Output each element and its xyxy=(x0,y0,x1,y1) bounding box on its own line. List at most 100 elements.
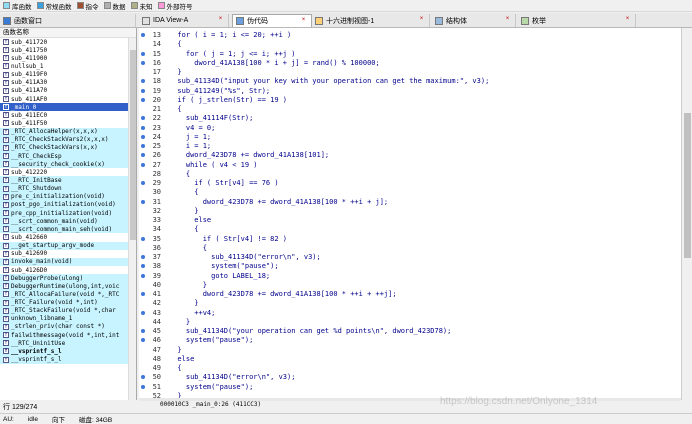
breakpoint-dot-icon[interactable] xyxy=(141,338,145,343)
ida-view-icon xyxy=(142,16,150,25)
function-name: __get_startup_argv_mode xyxy=(11,242,95,250)
function-list-item[interactable]: f _RTC_Failure(void *,int) xyxy=(0,298,136,307)
function-list-item[interactable]: f nullsub_1 xyxy=(0,62,136,70)
function-list-item[interactable]: f __RTC_InitBase xyxy=(0,176,136,185)
function-list-item[interactable]: f __vsprintf_s_l xyxy=(0,347,136,356)
breakpoint-dot-icon[interactable] xyxy=(141,264,145,269)
status-au: AU: xyxy=(3,415,14,423)
function-list-item[interactable]: f sub_411A70 xyxy=(0,87,136,95)
function-list-item[interactable]: f post_pgo_initialization(void) xyxy=(0,200,136,209)
function-list-item[interactable]: f sub_412660 xyxy=(0,233,136,241)
breakpoint-dot-icon[interactable] xyxy=(141,292,145,296)
breakpoint-dot-icon[interactable] xyxy=(141,199,145,204)
breakpoint-dot-icon[interactable] xyxy=(141,236,145,241)
function-list-item[interactable]: f pre_cpp_initialization(void) xyxy=(0,208,136,218)
function-list-item[interactable]: f __get_startup_argv_mode xyxy=(0,241,136,250)
function-name: sub_411AF0 xyxy=(11,95,48,103)
function-list-item[interactable]: f DebuggerRuntime(ulong,int,voic xyxy=(0,282,136,291)
functions-scrollbar[interactable] xyxy=(128,38,136,400)
function-name: __RTC_InitBase xyxy=(11,176,62,184)
breakpoint-dot-icon[interactable] xyxy=(141,375,145,380)
function-list-item[interactable]: f __vsprintf_s_l xyxy=(0,355,136,364)
function-list-item[interactable]: f sub_411EC0 xyxy=(0,111,136,119)
function-icon: f xyxy=(3,120,9,127)
breakpoint-dot-icon[interactable] xyxy=(141,125,145,130)
function-icon: f xyxy=(3,144,9,151)
close-icon[interactable]: × xyxy=(624,16,631,23)
function-list-item[interactable]: f _main_0 xyxy=(0,103,136,112)
breakpoint-dot-icon[interactable] xyxy=(141,384,145,389)
functions-column-header[interactable]: 函数名称 xyxy=(0,28,136,38)
function-list-item[interactable]: f __security_check_cookie(x) xyxy=(0,160,136,169)
function-icon: f xyxy=(3,210,9,217)
close-icon[interactable]: × xyxy=(504,16,511,23)
function-list-item[interactable]: f DebuggerProbe(ulong) xyxy=(0,274,136,283)
function-list-item[interactable]: f sub_412220 xyxy=(0,168,136,176)
function-list-item[interactable]: f sub_411AF0 xyxy=(0,95,136,103)
breakpoint-dot-icon[interactable] xyxy=(141,329,145,333)
function-icon: f xyxy=(3,242,9,249)
breakpoint-dot-icon[interactable] xyxy=(141,310,145,315)
function-list-item[interactable]: f pre_c_initialization(void) xyxy=(0,192,136,201)
breakpoint-dot-icon[interactable] xyxy=(141,116,145,121)
function-list-item[interactable]: f sub_411720 xyxy=(0,38,136,46)
function-list-item[interactable]: f _RTC_AllocaHelper(x,x,x) xyxy=(0,127,136,136)
scroll-thumb[interactable] xyxy=(684,113,691,258)
function-list-item[interactable]: f _strlen_priv(char const *) xyxy=(0,322,136,332)
code-scrollbar[interactable] xyxy=(681,28,692,400)
function-name: _strlen_priv(char const *) xyxy=(11,323,105,331)
close-icon[interactable]: × xyxy=(418,16,425,23)
tab-hex-view[interactable]: 十六进制视图-1 × xyxy=(312,14,430,27)
status-idle: idle xyxy=(27,415,38,423)
function-list-item[interactable]: f unknown_libname_1 xyxy=(0,314,136,323)
function-list-item[interactable]: f sub_411F50 xyxy=(0,119,136,127)
scroll-thumb[interactable] xyxy=(130,50,136,240)
close-icon[interactable]: × xyxy=(217,16,224,23)
breakpoint-dot-icon[interactable] xyxy=(141,51,145,56)
function-name: sub_411A70 xyxy=(11,87,48,95)
breakpoint-dot-icon[interactable] xyxy=(141,134,145,139)
function-list-item[interactable]: f __RTC_UninitUse xyxy=(0,339,136,348)
breakpoint-dot-icon[interactable] xyxy=(141,33,145,37)
function-list-item[interactable]: f sub_411900 xyxy=(0,54,136,62)
function-list-item[interactable]: f _RTC_CheckStackVars2(x,x,x) xyxy=(0,135,136,144)
close-icon[interactable]: × xyxy=(300,17,307,24)
breakpoint-dot-icon[interactable] xyxy=(141,273,145,278)
function-list-item[interactable]: f _RTC_StackFailure(void *,char xyxy=(0,306,136,315)
function-list-item[interactable]: f sub_412690 xyxy=(0,250,136,258)
breakpoint-dot-icon[interactable] xyxy=(141,144,145,148)
function-list-item[interactable]: f _RTC_CheckStackVars(x,x) xyxy=(0,143,136,152)
tab-functions[interactable]: 函数窗口 xyxy=(0,14,136,27)
breakpoint-dot-icon[interactable] xyxy=(141,97,145,102)
function-list-item[interactable]: f sub_411750 xyxy=(0,46,136,54)
function-list-item[interactable]: f _RTC_AllocaFailure(void *,_RTC xyxy=(0,290,136,299)
function-list-item[interactable]: f sub_4126D0 xyxy=(0,266,136,274)
breakpoint-dot-icon[interactable] xyxy=(141,88,145,93)
function-list-item[interactable]: f sub_411A30 xyxy=(0,79,136,87)
structures-icon xyxy=(435,16,443,25)
breakpoint-dot-icon[interactable] xyxy=(141,153,145,158)
breakpoint-dot-icon[interactable] xyxy=(141,255,145,259)
function-list-item[interactable]: f sub_4119F0 xyxy=(0,71,136,79)
breakpoint-dot-icon[interactable] xyxy=(141,79,145,84)
tab-enums[interactable]: 枚举 × xyxy=(518,14,636,27)
function-name: sub_412660 xyxy=(11,233,48,241)
breakpoint-dot-icon[interactable] xyxy=(141,162,145,167)
function-list-item[interactable]: f __RTC_Shutdown xyxy=(0,184,136,193)
breakpoint-dot-icon[interactable] xyxy=(141,181,145,185)
function-list-item[interactable]: f __RTC_CheckEsp xyxy=(0,151,136,161)
function-list-item[interactable]: f failwithmessage(void *,int,int xyxy=(0,331,136,340)
tab-ida-view[interactable]: IDA View-A × xyxy=(139,14,229,27)
function-list-item[interactable]: f __scrt_common_main_seh(void) xyxy=(0,225,136,234)
function-list-item[interactable]: f __scrt_common_main(void) xyxy=(0,217,136,226)
functions-panel: 函数名称 f sub_411720 f sub_411750 f sub_411900 f n… xyxy=(0,28,137,400)
tab-structures[interactable]: 结构体 × xyxy=(432,14,516,27)
tab-pseudocode[interactable]: 伪代码 × xyxy=(232,14,312,27)
function-name: sub_411EC0 xyxy=(11,111,48,119)
pseudocode-view[interactable]: 13 for ( i = 1; i <= 20; ++i ) 14 {15 for… xyxy=(139,28,681,400)
function-icon: f xyxy=(3,104,9,111)
function-name: sub_411900 xyxy=(11,54,48,62)
breakpoint-dot-icon[interactable] xyxy=(141,60,145,65)
function-name: DebuggerProbe(ulong) xyxy=(11,274,84,282)
function-list-item[interactable]: f invoke_main(void) xyxy=(0,257,136,266)
